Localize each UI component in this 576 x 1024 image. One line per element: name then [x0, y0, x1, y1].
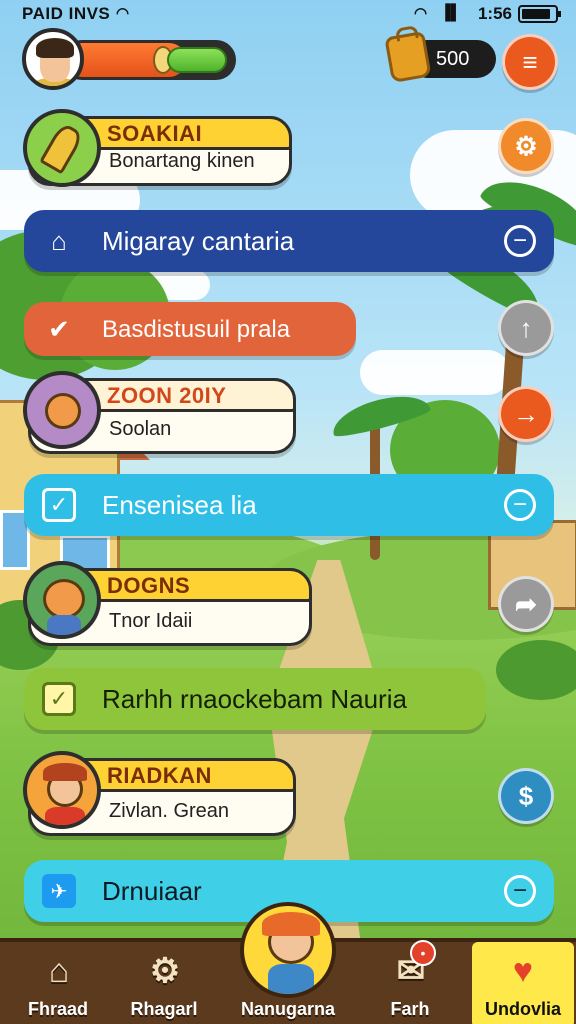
quest-subtitle: Tnor Idaii: [109, 610, 193, 632]
quest-bar[interactable]: ✓ Ensenisea lia −: [24, 474, 554, 536]
nav-label: Farh: [390, 999, 430, 1019]
fox-head: [43, 579, 85, 619]
quest-title: RIADKAN: [107, 763, 212, 788]
checkbox-icon[interactable]: ✓: [42, 488, 76, 522]
quest-card[interactable]: RIADKAN Zivlan. Grean: [23, 751, 296, 836]
gem-icon: [167, 47, 227, 73]
quest-bar[interactable]: ✓ Rarhh rnaockebam Nauria: [24, 668, 486, 730]
player-avatar[interactable]: [22, 28, 84, 90]
quest-bar-label: Rarhh rnaockebam Nauria: [102, 684, 407, 714]
house-icon: ⌂: [51, 225, 67, 256]
quest-title: DOGNS: [107, 573, 191, 598]
character-hair: [262, 912, 320, 936]
quest-card[interactable]: DOGNS Tnor Idaii: [23, 561, 312, 646]
quest-title: ZOON 20IY: [107, 383, 227, 408]
signal-icon: ▐▌: [440, 4, 462, 21]
fox-head: [45, 393, 81, 429]
checkbox-icon[interactable]: ✓: [42, 682, 76, 716]
quest-subtitle: Soolan: [109, 418, 172, 440]
nav-item-settings[interactable]: ⚙ Rhagarl: [106, 942, 222, 1024]
home-icon: ⌂: [48, 952, 70, 990]
quest-title: SOAKIAI: [107, 121, 203, 146]
arrow-right-icon[interactable]: →: [498, 386, 554, 442]
menu-icon: ≡: [522, 46, 538, 77]
arrow-up-icon[interactable]: ↑: [498, 300, 554, 356]
fox-character-icon: [23, 561, 101, 639]
quest-card[interactable]: ZOON 20IY Soolan: [23, 371, 296, 454]
quest-subtitle: Zivlan. Grean: [109, 800, 230, 822]
character-icon[interactable]: [240, 902, 336, 998]
status-left-text: PAID INVS: [22, 4, 110, 24]
nav-label: Rhagarl: [130, 999, 198, 1019]
nav-label: Nanugarna: [240, 999, 336, 1019]
nav-item-social[interactable]: ♥ Undovlia: [472, 942, 574, 1024]
character-body: [268, 964, 314, 994]
status-time: 1:56: [477, 4, 512, 23]
status-bar: PAID INVS ◠ ◠ ▐▌ 1:56: [0, 0, 576, 28]
minus-circle-icon[interactable]: −: [504, 225, 536, 257]
bush: [496, 640, 576, 700]
pen-shape: [39, 121, 85, 175]
quest-bar[interactable]: ⌂ Migaray cantaria −: [24, 210, 554, 272]
farmer-body: [45, 807, 85, 825]
carrier-label: PAID: [22, 4, 64, 23]
quest-subtitle: Bonartang kinen: [109, 150, 255, 172]
quest-bar-label: Drnuiaar: [102, 876, 202, 906]
wifi-icon: ◠: [116, 5, 130, 22]
nav-label: Undovlia: [484, 999, 561, 1019]
farmer-character-icon: [23, 751, 101, 829]
coin-count: 500: [436, 48, 470, 70]
minus-circle-icon[interactable]: −: [504, 875, 536, 907]
minus-circle-icon[interactable]: −: [504, 489, 536, 521]
avatar-hair: [36, 38, 74, 58]
quest-bar-label: Basdistusuil prala: [102, 316, 291, 343]
share-arrow-icon[interactable]: ➦: [498, 576, 554, 632]
check-icon: ✔: [48, 313, 70, 344]
gear-icon[interactable]: ⚙: [498, 118, 554, 174]
fox-body: [47, 615, 81, 635]
farmer-hair: [43, 763, 87, 781]
menu-button[interactable]: ≡: [502, 34, 558, 90]
carrier-label-2: INVS: [68, 4, 111, 23]
heart-bubble-icon: ♥: [512, 952, 534, 990]
quest-bar[interactable]: ✔ Basdistusuil prala: [24, 302, 356, 356]
twitter-bird-icon: ✈: [42, 874, 76, 908]
fox-icon: [23, 371, 101, 449]
quest-bar-label: Ensenisea lia: [102, 490, 257, 520]
dollar-icon[interactable]: $: [498, 768, 554, 824]
battery-icon: [518, 5, 561, 23]
nav-item-home[interactable]: ⌂ Fhraad: [0, 942, 116, 1024]
battery-level: [522, 9, 550, 19]
cloud: [360, 350, 510, 395]
settings-gear-icon: ⚙: [149, 952, 181, 990]
nav-label: Fhraad: [27, 999, 88, 1019]
mail-notification-badge: •: [410, 940, 436, 966]
wifi-icon: ◠: [414, 5, 428, 22]
pen-icon: [23, 109, 101, 187]
xp-progress-bar: [62, 40, 236, 80]
coin-bag-icon: [384, 30, 432, 84]
quest-card[interactable]: SOAKIAI Bonartang kinen: [23, 109, 292, 187]
quest-bar-label: Migaray cantaria: [102, 226, 295, 256]
